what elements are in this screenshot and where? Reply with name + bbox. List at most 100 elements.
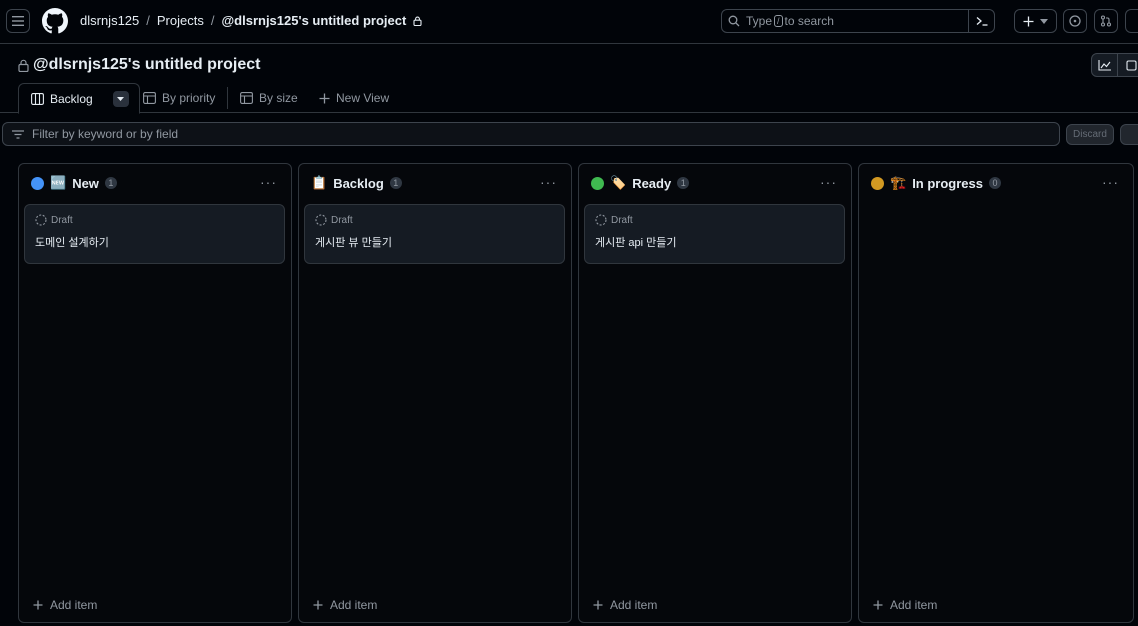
column-status-dot xyxy=(871,176,884,190)
pull-request-icon xyxy=(1100,15,1112,27)
column-count-badge: 1 xyxy=(677,177,690,189)
add-item-button[interactable]: Add item xyxy=(33,598,97,612)
column-menu-button[interactable]: ··· xyxy=(820,174,837,190)
discard-button[interactable]: Discard xyxy=(1066,124,1114,145)
filter-placeholder: Filter by keyword or by field xyxy=(32,127,179,141)
workflows-button[interactable] xyxy=(1118,54,1138,76)
board-column-ready: 🏷️ Ready 1 ··· Draft 게시판 api 만들기 Add ite… xyxy=(578,163,852,623)
column-header: 🏷️ Ready 1 xyxy=(591,175,690,191)
card-title[interactable]: 게시판 뷰 만들기 xyxy=(315,234,392,250)
breadcrumb-project[interactable]: @dlsrnjs125's untitled project xyxy=(221,13,406,28)
create-new-button[interactable] xyxy=(1014,9,1057,33)
board-column-new: 🆕 New 1 ··· Draft 도메인 설계하기 Add item xyxy=(18,163,292,623)
search-icon xyxy=(728,15,740,27)
draft-circle-icon xyxy=(595,214,607,226)
breadcrumb-separator: / xyxy=(146,13,150,28)
plus-icon xyxy=(319,93,330,103)
draft-circle-icon xyxy=(315,214,327,226)
board-column-backlog: 📋 Backlog 1 ··· Draft 게시판 뷰 만들기 Add item xyxy=(298,163,572,623)
command-palette-button[interactable] xyxy=(968,9,994,33)
column-emoji: 🆕 xyxy=(50,175,67,190)
breadcrumb: dlsrnjs125 / Projects / @dlsrnjs125's un… xyxy=(80,13,422,28)
view-tabs: Backlog By priority By size New View xyxy=(0,83,1138,114)
hamburger-menu-button[interactable] xyxy=(6,9,30,33)
tab-by-size[interactable]: By size xyxy=(227,87,298,109)
column-menu-button[interactable]: ··· xyxy=(1102,174,1119,190)
search-input[interactable]: Type / to search xyxy=(721,9,995,33)
column-name: Ready xyxy=(632,175,672,191)
column-header: 🆕 New 1 xyxy=(31,175,117,191)
column-count-badge: 1 xyxy=(389,177,402,189)
issue-circle-icon xyxy=(1069,15,1081,27)
board-card[interactable]: Draft 도메인 설계하기 xyxy=(24,204,285,264)
draft-status: Draft xyxy=(595,214,633,226)
tab-backlog[interactable]: Backlog xyxy=(18,83,140,114)
draft-label: Draft xyxy=(331,214,353,226)
view-options-button[interactable] xyxy=(112,90,129,107)
lock-icon xyxy=(18,59,29,72)
column-emoji: 🏗️ xyxy=(890,175,907,190)
plus-icon xyxy=(873,600,883,610)
search-placeholder-type: Type xyxy=(746,14,773,28)
plus-icon xyxy=(593,600,603,610)
card-title[interactable]: 게시판 api 만들기 xyxy=(595,234,677,250)
add-item-label: Add item xyxy=(890,598,938,612)
pull-requests-button[interactable] xyxy=(1094,9,1118,33)
page-title: @dlsrnjs125's untitled project xyxy=(33,56,261,73)
draft-label: Draft xyxy=(51,214,73,226)
tab-label: Backlog xyxy=(50,91,93,106)
github-logo-icon[interactable] xyxy=(42,8,68,34)
draft-status: Draft xyxy=(315,214,353,226)
column-name: New xyxy=(72,175,99,191)
board-card[interactable]: Draft 게시판 뷰 만들기 xyxy=(304,204,565,264)
column-menu-button[interactable]: ··· xyxy=(540,174,557,190)
add-item-label: Add item xyxy=(330,598,378,612)
board-card[interactable]: Draft 게시판 api 만들기 xyxy=(584,204,845,264)
draft-status: Draft xyxy=(35,214,73,226)
column-name: In progress xyxy=(912,175,983,191)
project-title-row: @dlsrnjs125's untitled project xyxy=(18,56,260,74)
board-column-in-progress: 🏗️ In progress 0 ··· Add item xyxy=(858,163,1134,623)
search-shortcut-key: / xyxy=(774,15,783,27)
save-button[interactable] xyxy=(1120,124,1138,145)
issues-button[interactable] xyxy=(1063,9,1087,33)
draft-label: Draft xyxy=(611,214,633,226)
column-name: Backlog xyxy=(333,175,384,191)
column-status-dot xyxy=(31,176,44,190)
plus-icon xyxy=(313,600,323,610)
add-item-button[interactable]: Add item xyxy=(873,598,937,612)
graph-icon xyxy=(1098,59,1111,71)
breadcrumb-owner[interactable]: dlsrnjs125 xyxy=(80,13,139,28)
search-placeholder-rest: to search xyxy=(784,14,834,28)
column-count-badge: 0 xyxy=(988,177,1001,189)
new-view-button[interactable]: New View xyxy=(319,83,389,113)
tab-label: By size xyxy=(259,91,298,105)
table-icon xyxy=(240,92,253,104)
workflow-icon xyxy=(1125,59,1137,71)
filter-input[interactable]: Filter by keyword or by field xyxy=(2,122,1060,146)
tab-by-priority[interactable]: By priority xyxy=(143,83,215,113)
menu-icon xyxy=(12,16,24,26)
breadcrumb-separator: / xyxy=(210,13,215,28)
caret-down-icon xyxy=(1040,18,1048,24)
inbox-button[interactable] xyxy=(1125,9,1138,33)
add-item-button[interactable]: Add item xyxy=(313,598,377,612)
tab-label: New View xyxy=(336,91,390,105)
draft-circle-icon xyxy=(35,214,47,226)
column-emoji: 🏷️ xyxy=(610,175,627,190)
add-item-button[interactable]: Add item xyxy=(593,598,657,612)
plus-icon xyxy=(1023,16,1034,26)
board-icon xyxy=(31,92,44,105)
card-title[interactable]: 도메인 설계하기 xyxy=(35,234,109,250)
filter-icon xyxy=(12,129,24,139)
table-icon xyxy=(143,92,156,104)
project-tools-group xyxy=(1091,53,1138,77)
insights-button[interactable] xyxy=(1092,54,1118,76)
column-header: 🏗️ In progress 0 xyxy=(871,175,1001,191)
add-item-label: Add item xyxy=(50,598,98,612)
breadcrumb-projects[interactable]: Projects xyxy=(157,13,204,28)
column-menu-button[interactable]: ··· xyxy=(260,174,277,190)
column-status-dot xyxy=(591,176,604,190)
column-header: 📋 Backlog 1 xyxy=(311,175,402,191)
plus-icon xyxy=(33,600,43,610)
